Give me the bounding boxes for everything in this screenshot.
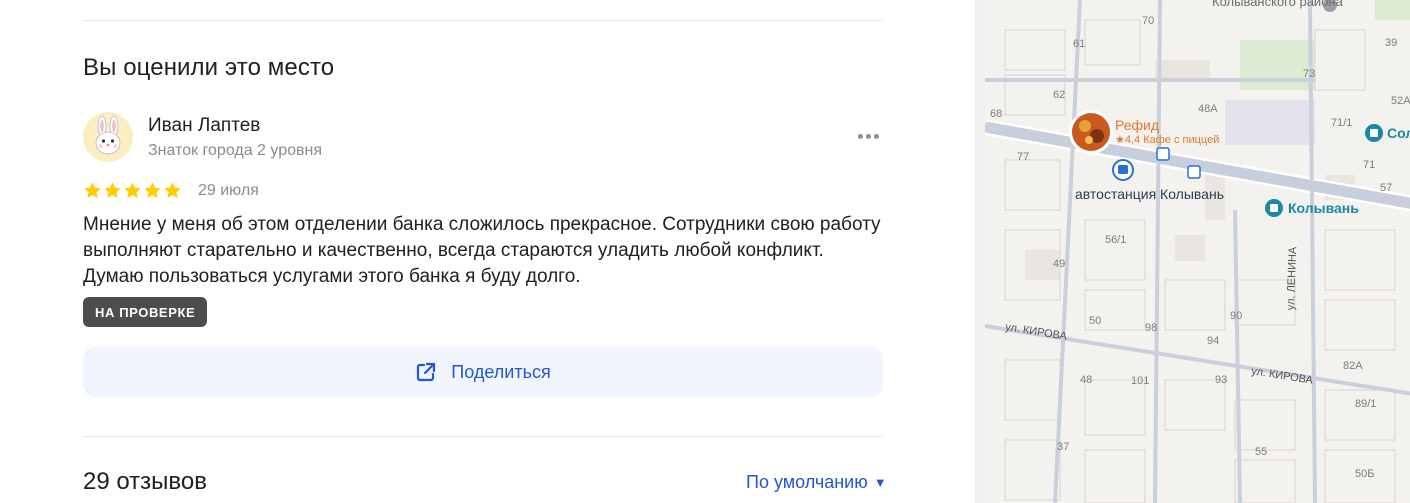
- star-icon: [164, 182, 181, 198]
- house-number: 48А: [1198, 103, 1218, 115]
- house-number: 73: [1303, 68, 1316, 80]
- house-number: 48: [1080, 374, 1093, 386]
- star-icon: [124, 182, 141, 198]
- sort-dropdown[interactable]: По умолчанию ▼: [746, 472, 887, 493]
- divider: [83, 20, 883, 21]
- author-level: Знаток города 2 уровня: [148, 142, 323, 159]
- dot-icon: [865, 133, 871, 139]
- sort-label: По умолчанию: [746, 472, 868, 492]
- share-icon: [417, 362, 436, 382]
- house-number: 98: [1145, 322, 1158, 334]
- house-number: 57: [1380, 182, 1393, 194]
- bus-stop-label[interactable]: автостанция Колывань: [1075, 186, 1224, 202]
- house-number: 90: [1230, 310, 1243, 322]
- house-number: 62: [1053, 89, 1066, 101]
- map[interactable]: Колыванского района Рефид ★4,4 Кафе с пи…: [975, 0, 1410, 503]
- author-name[interactable]: Иван Лаптев: [148, 115, 260, 137]
- poi-name[interactable]: Рефид: [1115, 117, 1159, 133]
- house-number: 82А: [1343, 360, 1363, 372]
- review-date: 29 июля: [198, 182, 259, 199]
- house-number: 94: [1207, 335, 1220, 347]
- divider: [83, 436, 883, 437]
- house-number: 77: [1017, 151, 1030, 163]
- map-canvas: [985, 0, 1410, 503]
- house-number: 50Б: [1355, 468, 1375, 480]
- house-number: 37: [1057, 441, 1070, 453]
- reviews-count: 29 отзывов: [83, 468, 208, 495]
- section-title: Вы оценили это место: [83, 54, 335, 81]
- star-icon: [84, 182, 101, 198]
- house-number: 101: [1131, 375, 1150, 387]
- status-badge: НА ПРОВЕРКЕ: [83, 297, 208, 327]
- dot-icon: [873, 133, 879, 139]
- house-number: 70: [1142, 15, 1155, 27]
- house-number: 68: [990, 108, 1003, 120]
- house-number: 39: [1385, 37, 1398, 49]
- district-label: Колыванского района: [1212, 0, 1343, 9]
- star-icon: [104, 182, 121, 198]
- house-number: 50: [1089, 315, 1102, 327]
- rating-stars: [83, 181, 182, 201]
- review-panel: Вы оценили это место Иван Лаптев Знаток …: [0, 0, 975, 503]
- share-button[interactable]: Поделиться: [83, 347, 883, 397]
- poi-subtitle: ★4,4 Кафе с пиццей: [1115, 134, 1220, 146]
- house-number: 93: [1215, 374, 1228, 386]
- dot-icon: [857, 133, 863, 139]
- house-number: 56/1: [1105, 234, 1127, 246]
- house-number: 71: [1363, 159, 1376, 171]
- shop-label-right[interactable]: Сол: [1387, 125, 1410, 141]
- star-icon: [144, 182, 161, 198]
- shop-label[interactable]: Колывань: [1288, 200, 1359, 216]
- chevron-down-icon: ▼: [873, 475, 887, 490]
- house-number: 71/1: [1331, 117, 1353, 129]
- bunny-icon: [95, 115, 121, 155]
- house-number: 52А: [1391, 95, 1410, 107]
- house-number: 55: [1255, 446, 1268, 458]
- review-text: Мнение у меня об этом отделении банка сл…: [83, 214, 881, 287]
- house-number: 61: [1073, 38, 1086, 50]
- house-number: 49: [1053, 258, 1066, 270]
- share-label: Поделиться: [451, 361, 551, 382]
- house-number: 89/1: [1355, 398, 1377, 410]
- street-label: ул. ЛЕНИНА: [1285, 246, 1300, 311]
- avatar[interactable]: [83, 112, 133, 162]
- more-options-button[interactable]: [852, 126, 884, 146]
- poi-photo[interactable]: [1072, 113, 1110, 151]
